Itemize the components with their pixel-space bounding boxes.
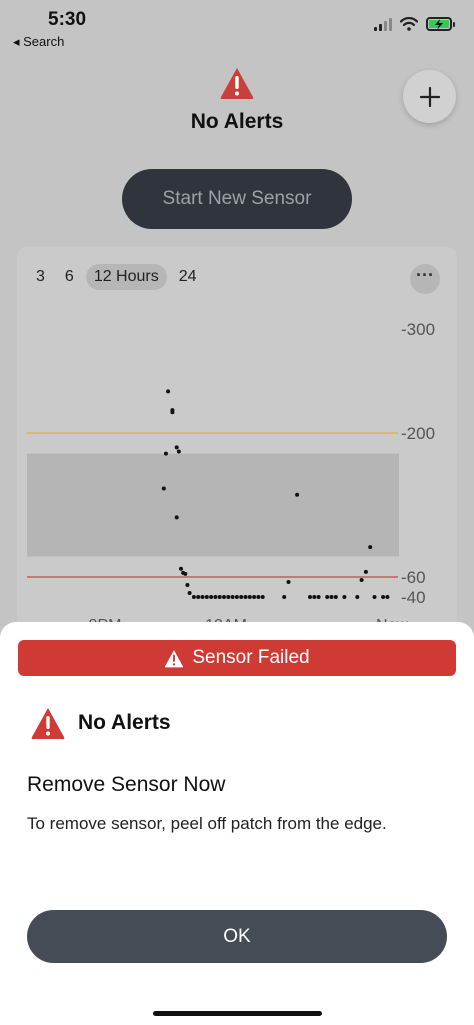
glucose-point: [222, 595, 226, 599]
glucose-point: [260, 595, 265, 599]
glucose-point: [368, 545, 373, 550]
sensor-failed-label: Sensor Failed: [192, 647, 310, 668]
glucose-point: [355, 595, 360, 599]
warning-triangle-icon: [31, 708, 65, 739]
remove-sensor-title: Remove Sensor Now: [27, 773, 226, 796]
glucose-point: [176, 449, 181, 454]
glucose-point: [230, 595, 235, 599]
glucose-point: [234, 595, 239, 599]
glucose-point: [200, 595, 205, 599]
ok-button[interactable]: OK: [27, 910, 447, 963]
glucose-point: [161, 486, 166, 491]
glucose-point: [372, 595, 377, 599]
glucose-point: [196, 595, 201, 599]
glucose-point: [282, 595, 287, 599]
glucose-point: [359, 578, 364, 582]
glucose-point: [179, 566, 183, 571]
glucose-point: [286, 580, 291, 584]
glucose-point: [342, 595, 347, 599]
glucose-point: [329, 595, 334, 599]
glucose-point: [295, 492, 300, 497]
y-tick-label: -40: [401, 588, 426, 607]
glucose-point: [239, 595, 244, 599]
glucose-point: [363, 569, 368, 574]
glucose-point: [191, 595, 196, 599]
glucose-point: [256, 595, 261, 599]
sheet-alert-title: No Alerts: [78, 711, 171, 734]
glucose-point: [187, 591, 192, 595]
y-tick-label: -300: [401, 320, 435, 339]
remove-sensor-instructions: To remove sensor, peel off patch from th…: [27, 814, 387, 833]
glucose-point: [316, 595, 321, 599]
glucose-point: [170, 408, 175, 413]
glucose-point: [385, 595, 390, 599]
glucose-point: [243, 595, 248, 599]
sheet-alert-row: No Alerts: [30, 706, 171, 740]
glucose-point: [166, 389, 171, 394]
glucose-chart: -300-200-60-408PM12AMNow: [27, 320, 435, 634]
home-indicator: [153, 1011, 322, 1016]
glucose-point: [381, 595, 386, 599]
glucose-point: [204, 595, 209, 599]
target-range-band: [27, 453, 399, 557]
sensor-failed-banner: Sensor Failed: [18, 640, 456, 676]
glucose-point: [181, 570, 186, 575]
glucose-point: [213, 595, 218, 599]
y-tick-label: -60: [401, 568, 426, 587]
glucose-point: [308, 595, 312, 599]
glucose-point: [333, 595, 338, 599]
glucose-point: [325, 595, 330, 599]
glucose-point: [174, 445, 179, 450]
glucose-point: [209, 595, 214, 599]
glucose-point: [252, 595, 257, 599]
glucose-point: [247, 595, 252, 599]
glucose-point: [174, 515, 179, 520]
y-tick-label: -200: [401, 424, 435, 443]
glucose-point: [217, 595, 222, 599]
glucose-point: [185, 583, 190, 587]
glucose-point: [226, 595, 231, 599]
warning-triangle-icon: [165, 649, 184, 667]
glucose-point: [312, 595, 317, 599]
glucose-point: [163, 451, 168, 456]
